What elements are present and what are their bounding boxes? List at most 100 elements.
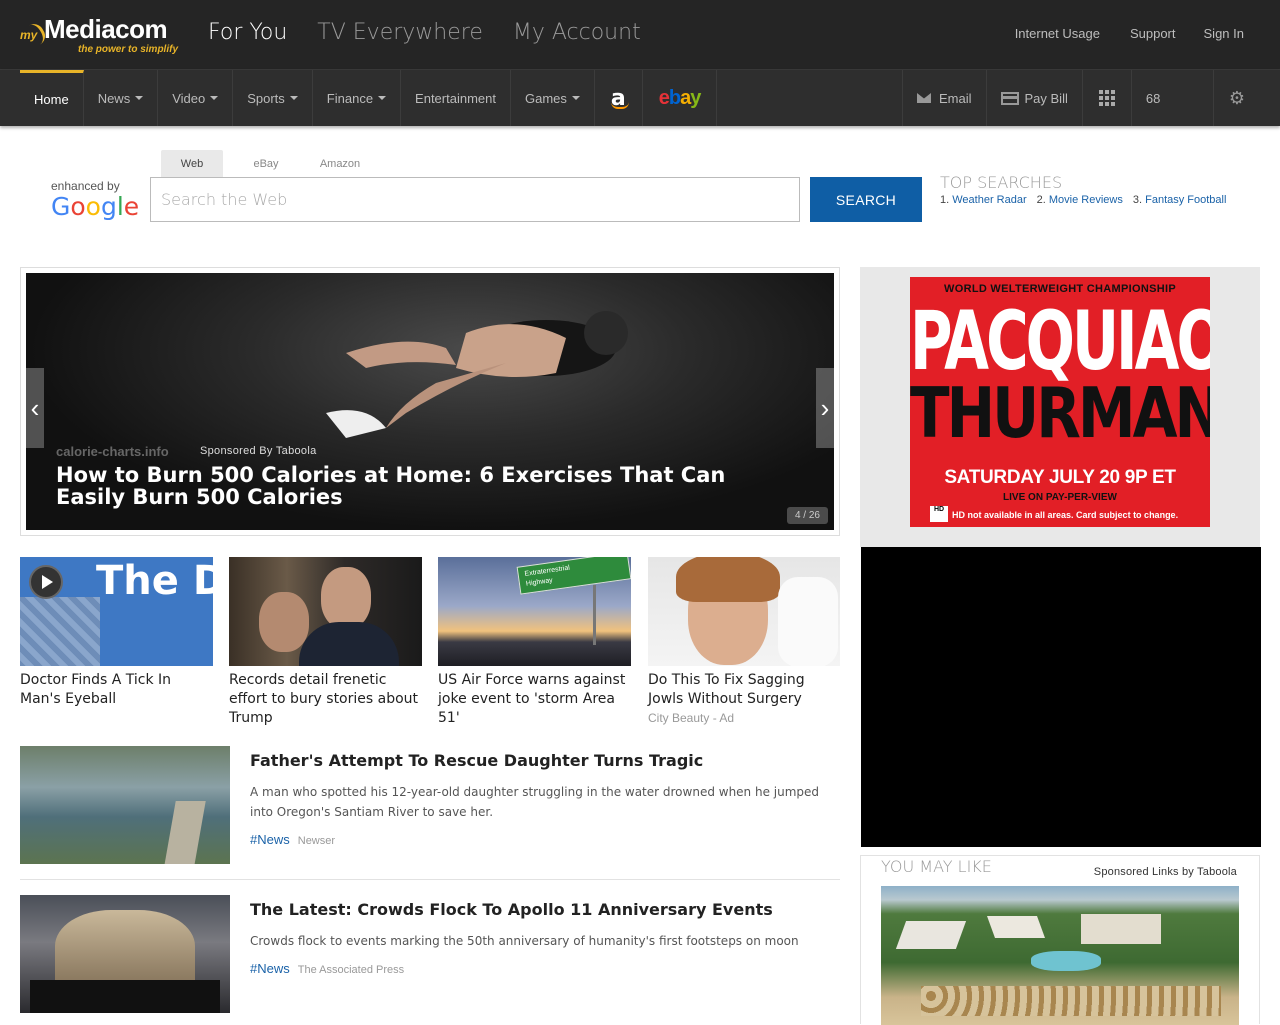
article-title[interactable]: The Latest: Crowds Flock To Apollo 11 An… (250, 900, 773, 919)
logo-tagline: the power to simplify (78, 44, 179, 55)
article-item[interactable]: The Latest: Crowds Flock To Apollo 11 An… (20, 895, 840, 1015)
ad-line5: LIVE ON PAY-PER-VIEW (1003, 492, 1117, 503)
caret-down-icon (289, 96, 298, 100)
enhanced-by-label: enhanced by (51, 179, 120, 193)
weather-widget[interactable]: 68 (1130, 70, 1213, 126)
chevron-left-icon: ‹ (30, 392, 40, 423)
tile-image: The Docto (20, 557, 213, 666)
temperature-value: 68 (1145, 90, 1161, 106)
article-title[interactable]: Father's Attempt To Rescue Daughter Turn… (250, 751, 703, 770)
top-search-link[interactable]: Weather Radar (952, 194, 1026, 206)
tile-caption[interactable]: Do This To Fix Sagging Jowls Without Sur… (648, 671, 840, 709)
story-tile[interactable]: Records detail frenetic effort to bury s… (229, 557, 422, 728)
support-link[interactable]: Support (1130, 26, 1176, 41)
search-tab-web[interactable]: Web (161, 150, 223, 177)
top-searches-title: TOP SEARCHES (940, 173, 1063, 192)
hero-source: calorie-charts.info (56, 444, 169, 459)
hero-title[interactable]: How to Burn 500 Calories at Home: 6 Exer… (56, 464, 736, 508)
ad-container: WORLD WELTERWEIGHT CHAMPIONSHIP PACQUIAO… (860, 267, 1260, 547)
top-search-number: 1. (940, 194, 950, 206)
subnav-news-label: News (97, 90, 131, 106)
resort-image[interactable] (881, 886, 1239, 1025)
top-search-number: 2. (1036, 194, 1046, 206)
hero-image[interactable]: ‹ › calorie-charts.info Sponsored By Tab… (26, 273, 834, 530)
subnav-sports[interactable]: Sports (233, 70, 313, 126)
email-label: Email (938, 90, 972, 106)
ebay-icon: ebay (658, 86, 702, 109)
subnav-finance-label: Finance (326, 90, 374, 106)
subnav-news[interactable]: News (84, 70, 159, 126)
search-tab-amazon[interactable]: Amazon (309, 150, 371, 177)
tile-image (648, 557, 840, 666)
nav-tv-everywhere[interactable]: TV Everywhere (317, 20, 483, 45)
carousel-next-button[interactable]: › (816, 368, 834, 448)
tile-image (229, 557, 422, 666)
story-tile[interactable]: The Docto Doctor Finds A Tick In Man's E… (20, 557, 213, 709)
hero-sponsored-label[interactable]: Sponsored By Taboola (200, 445, 317, 457)
email-link[interactable]: Email (901, 70, 986, 126)
play-icon[interactable] (29, 565, 63, 599)
subnav-sports-label: Sports (247, 90, 285, 106)
search-button[interactable]: SEARCH (810, 177, 922, 222)
ad-disclaimer: HD not available in all areas. Card subj… (952, 510, 1179, 520)
main-nav: For You TV Everywhere My Account (208, 20, 641, 45)
top-search-link[interactable]: Fantasy Football (1145, 194, 1226, 206)
story-tile[interactable]: Do This To Fix Sagging Jowls Without Sur… (648, 557, 840, 725)
boxing-ad[interactable]: WORLD WELTERWEIGHT CHAMPIONSHIP PACQUIAO… (910, 277, 1210, 527)
nav-my-account[interactable]: My Account (513, 20, 641, 45)
amazon-link[interactable]: a (595, 70, 643, 126)
tile-image-text: The Docto (96, 558, 213, 604)
subnav-video[interactable]: Video (158, 70, 234, 126)
search-input[interactable]: Search the Web (150, 177, 800, 222)
article-tag[interactable]: #News (250, 832, 290, 847)
search-tab-ebay[interactable]: eBay (235, 150, 297, 177)
subnav-finance[interactable]: Finance (313, 70, 402, 126)
top-search-link[interactable]: Movie Reviews (1049, 194, 1123, 206)
apps-grid-icon (1098, 90, 1115, 106)
sign-in-link[interactable]: Sign In (1204, 26, 1244, 41)
story-tiles: The Docto Doctor Finds A Tick In Man's E… (20, 557, 840, 732)
top-bar: my Mediacom the power to simplify For Yo… (0, 0, 1280, 70)
article-tag[interactable]: #News (250, 961, 290, 976)
envelope-icon (916, 93, 931, 103)
subnav-games[interactable]: Games (511, 70, 595, 126)
taboola-sponsored-link[interactable]: Sponsored Links by Taboola (1094, 866, 1237, 878)
story-tile[interactable]: Extraterrestrial Highway US Air Force war… (438, 557, 631, 728)
pay-bill-link[interactable]: Pay Bill (985, 70, 1082, 126)
caret-down-icon (135, 96, 144, 100)
gear-icon: ⚙ (1228, 87, 1245, 108)
logo-prefix: my (20, 28, 38, 42)
tile-ad-label[interactable]: City Beauty - Ad (648, 711, 840, 725)
video-player[interactable] (861, 547, 1261, 847)
article-meta: #News Newser (250, 832, 335, 847)
subnav-entertainment[interactable]: Entertainment (401, 70, 511, 126)
tile-image: Extraterrestrial Highway (438, 557, 631, 666)
internet-usage-link[interactable]: Internet Usage (1015, 26, 1100, 41)
tile-caption[interactable]: US Air Force warns against joke event to… (438, 671, 631, 728)
article-source: The Associated Press (297, 964, 405, 976)
article-source: Newser (297, 835, 336, 847)
article-image[interactable] (20, 746, 230, 864)
article-item[interactable]: Father's Attempt To Rescue Daughter Turn… (20, 746, 840, 866)
tile-caption[interactable]: Doctor Finds A Tick In Man's Eyeball (20, 671, 213, 709)
caret-down-icon (378, 96, 387, 100)
ebay-link[interactable]: ebay (643, 70, 718, 126)
subnav-home[interactable]: Home (20, 70, 84, 126)
article-image[interactable] (20, 895, 230, 1013)
settings-button[interactable]: ⚙ (1212, 70, 1260, 126)
runner-image (326, 311, 628, 438)
pay-bill-label: Pay Bill (1024, 90, 1068, 106)
carousel-prev-button[interactable]: ‹ (26, 368, 44, 448)
ad-line4: SATURDAY JULY 20 9P ET (944, 467, 1176, 488)
tile-caption[interactable]: Records detail frenetic effort to bury s… (229, 671, 422, 728)
article-meta: #News The Associated Press (250, 961, 404, 976)
search-tabs: Web eBay Amazon (161, 150, 383, 177)
google-logo: Google (51, 192, 140, 221)
article-description: Crowds flock to events marking the 50th … (250, 934, 799, 948)
divider (20, 879, 840, 880)
apps-button[interactable] (1081, 70, 1131, 126)
mediacom-logo[interactable]: my Mediacom the power to simplify (20, 14, 180, 58)
sub-nav: Home News Video Sports Finance Entertain… (0, 70, 1280, 126)
subnav-entertainment-label: Entertainment (415, 90, 496, 106)
nav-for-you[interactable]: For You (208, 20, 287, 45)
